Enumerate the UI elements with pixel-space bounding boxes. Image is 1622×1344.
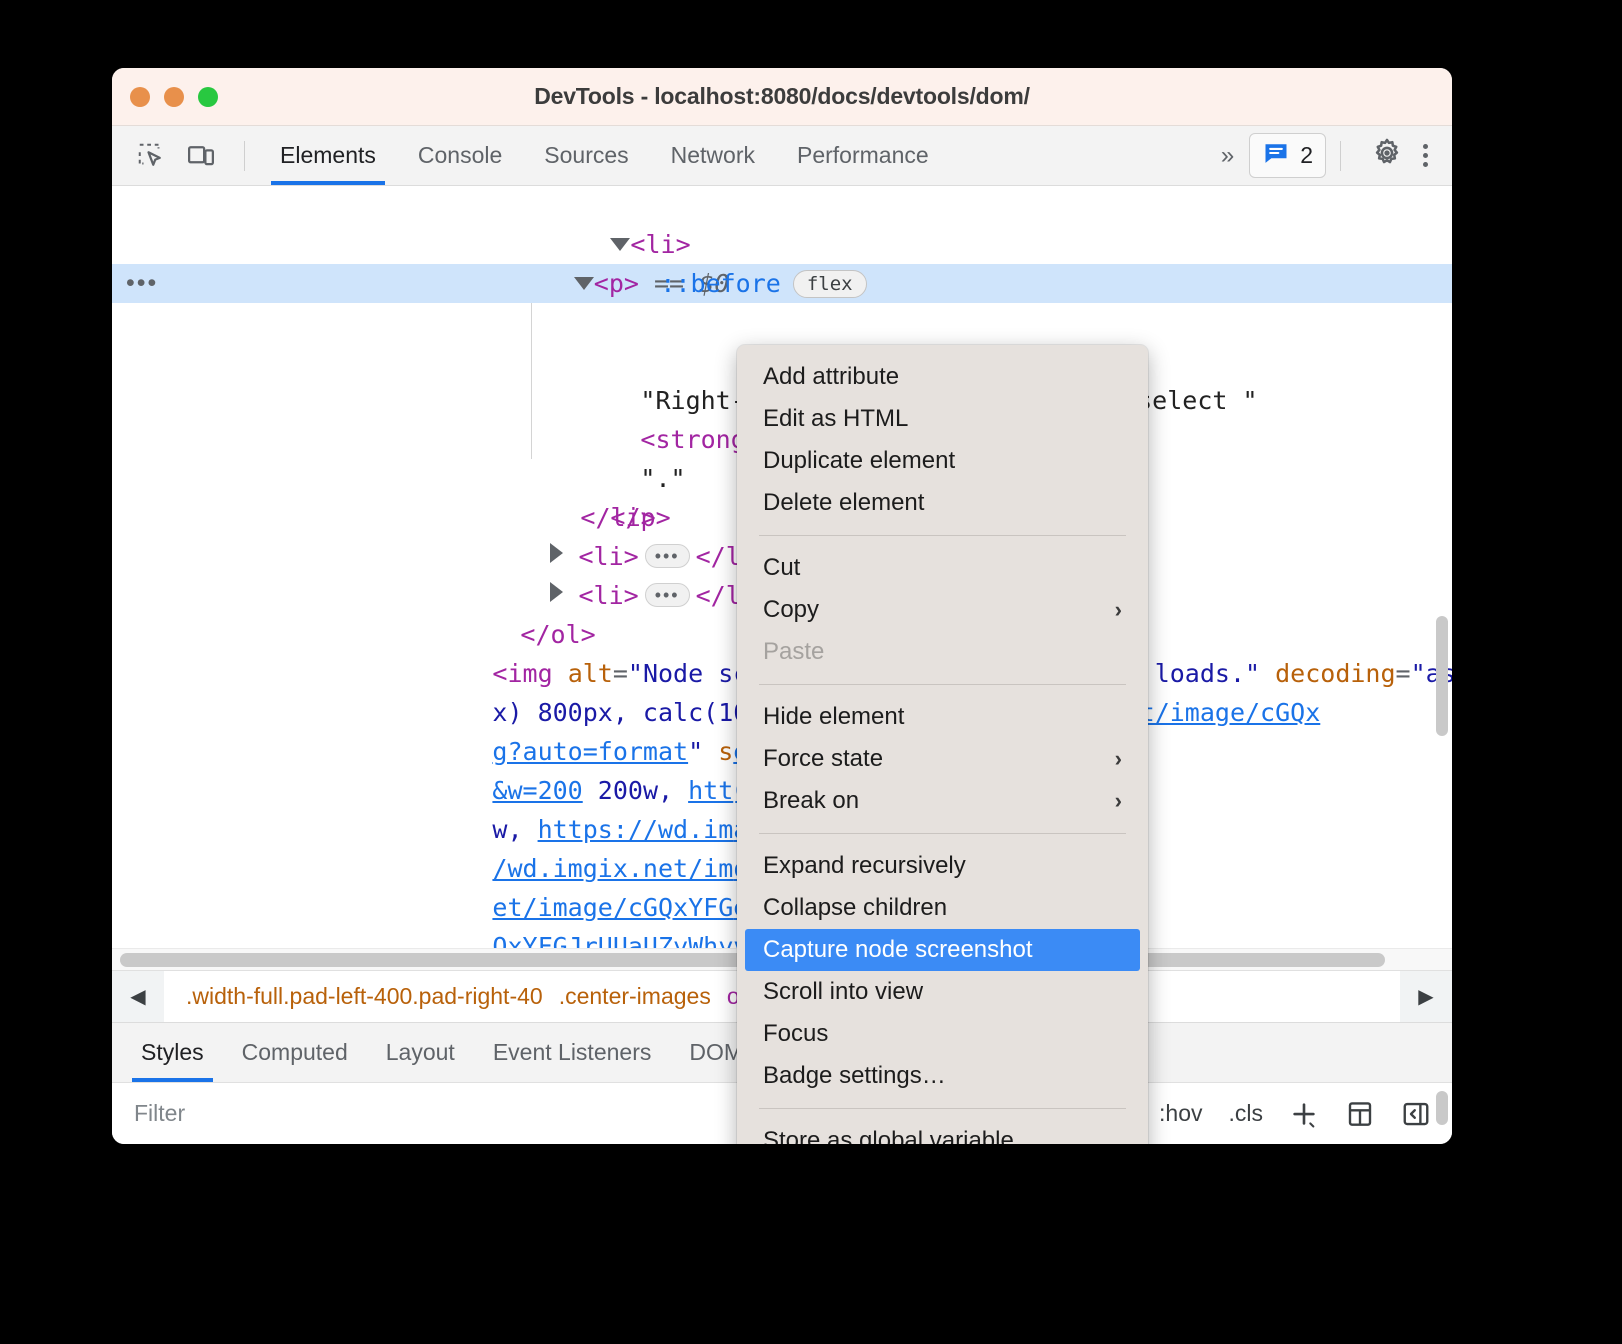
menu-item-focus[interactable]: Focus [737, 1013, 1148, 1055]
menu-item-expand-recursively[interactable]: Expand recursively [737, 845, 1148, 887]
menu-item-break-on[interactable]: Break on › [737, 780, 1148, 822]
menu-separator [759, 833, 1126, 834]
tab-layout[interactable]: Layout [367, 1023, 474, 1082]
tab-performance[interactable]: Performance [776, 126, 950, 185]
issues-count: 2 [1300, 142, 1313, 168]
menu-separator [759, 684, 1126, 685]
window-title: DevTools - localhost:8080/docs/devtools/… [534, 83, 1030, 109]
toolbar-right-controls: » 2 [1209, 133, 1442, 178]
toolbar-divider-2 [1340, 140, 1341, 171]
menu-item-duplicate-element[interactable]: Duplicate element [737, 440, 1148, 482]
flex-badge[interactable]: flex [792, 270, 867, 298]
menu-item-delete-element[interactable]: Delete element [737, 482, 1148, 524]
menu-separator [759, 1108, 1126, 1109]
menu-item-store-as-global-variable[interactable]: Store as global variable [737, 1120, 1148, 1144]
menu-item-paste: Paste [763, 638, 825, 665]
minimize-window-button[interactable] [164, 86, 184, 107]
menu-item-collapse-children[interactable]: Collapse children [737, 887, 1148, 929]
devtools-window: DevTools - localhost:8080/docs/devtools/… [112, 68, 1452, 1144]
issues-message-icon [1262, 139, 1290, 172]
devtools-main-toolbar: Elements Console Sources Network Perform… [112, 126, 1452, 186]
dom-context-menu[interactable]: Add attribute Edit as HTML Duplicate ele… [737, 345, 1148, 1144]
tab-network[interactable]: Network [650, 126, 776, 185]
tab-sources[interactable]: Sources [523, 126, 649, 185]
tab-console[interactable]: Console [397, 126, 523, 185]
menu-item-label: Break on [763, 787, 860, 814]
issues-badge[interactable]: 2 [1249, 133, 1326, 178]
dom-tree-vertical-scrollbar[interactable] [1436, 616, 1448, 736]
inspect-element-icon[interactable] [130, 137, 172, 175]
row-overflow-icon[interactable]: ••• [126, 264, 158, 303]
menu-item-force-state[interactable]: Force state › [737, 738, 1148, 780]
breadcrumb-scroll-right-icon[interactable]: ▶ [1400, 971, 1452, 1022]
dom-line[interactable]: <li> [112, 186, 1452, 259]
dom-pseudo-element: ::before [660, 269, 781, 298]
close-window-button[interactable] [130, 86, 150, 107]
more-tabs-icon[interactable]: » [1209, 142, 1243, 170]
chevron-right-icon: › [1114, 788, 1122, 813]
print-preview-icon[interactable] [1332, 1083, 1388, 1144]
menu-item-cut[interactable]: Cut [737, 547, 1148, 589]
dom-line[interactable]: "Right-click the image below and select … [112, 303, 1452, 415]
menu-item-badge-settings[interactable]: Badge settings… [737, 1055, 1148, 1097]
menu-item-label: Copy [763, 596, 820, 623]
breadcrumb-item-center-images[interactable]: .center-images [551, 983, 719, 1010]
panel-tabs: Elements Console Sources Network Perform… [259, 126, 950, 185]
tab-styles[interactable]: Styles [122, 1023, 223, 1082]
menu-separator [759, 535, 1126, 536]
zoom-window-button[interactable] [198, 86, 218, 107]
toolbar-divider [244, 140, 245, 171]
tab-computed[interactable]: Computed [223, 1023, 367, 1082]
gear-icon[interactable] [1371, 137, 1403, 174]
menu-item-label: Force state [763, 745, 884, 772]
chevron-right-icon: › [1114, 746, 1122, 771]
window-titlebar: DevTools - localhost:8080/docs/devtools/… [112, 68, 1452, 126]
toggle-element-state-button[interactable]: :hov [1146, 1083, 1215, 1144]
menu-item-add-attribute[interactable]: Add attribute [737, 356, 1148, 398]
kebab-menu-icon[interactable] [1409, 144, 1442, 167]
window-traffic-lights [130, 86, 218, 107]
device-toolbar-icon[interactable] [180, 137, 222, 175]
breadcrumb-scroll-left-icon[interactable]: ◀ [112, 971, 164, 1022]
dom-line[interactable]: ::before flex [112, 225, 1452, 298]
styles-panel-scrollbar[interactable] [1436, 1091, 1448, 1125]
tab-event-listeners[interactable]: Event Listeners [474, 1023, 671, 1082]
menu-item-copy[interactable]: Copy › [737, 589, 1148, 631]
menu-item-scroll-into-view[interactable]: Scroll into view [737, 971, 1148, 1013]
breadcrumb-item-width-full[interactable]: .width-full.pad-left-400.pad-right-40 [178, 983, 551, 1010]
menu-item-edit-as-html[interactable]: Edit as HTML [737, 398, 1148, 440]
element-classes-button[interactable]: .cls [1216, 1083, 1277, 1144]
menu-item-hide-element[interactable]: Hide element [737, 696, 1148, 738]
menu-item-capture-node-screenshot[interactable]: Capture node screenshot [745, 929, 1140, 971]
tab-elements[interactable]: Elements [259, 126, 397, 185]
chevron-right-icon: › [1114, 597, 1122, 622]
plus-icon[interactable] [1276, 1083, 1332, 1144]
